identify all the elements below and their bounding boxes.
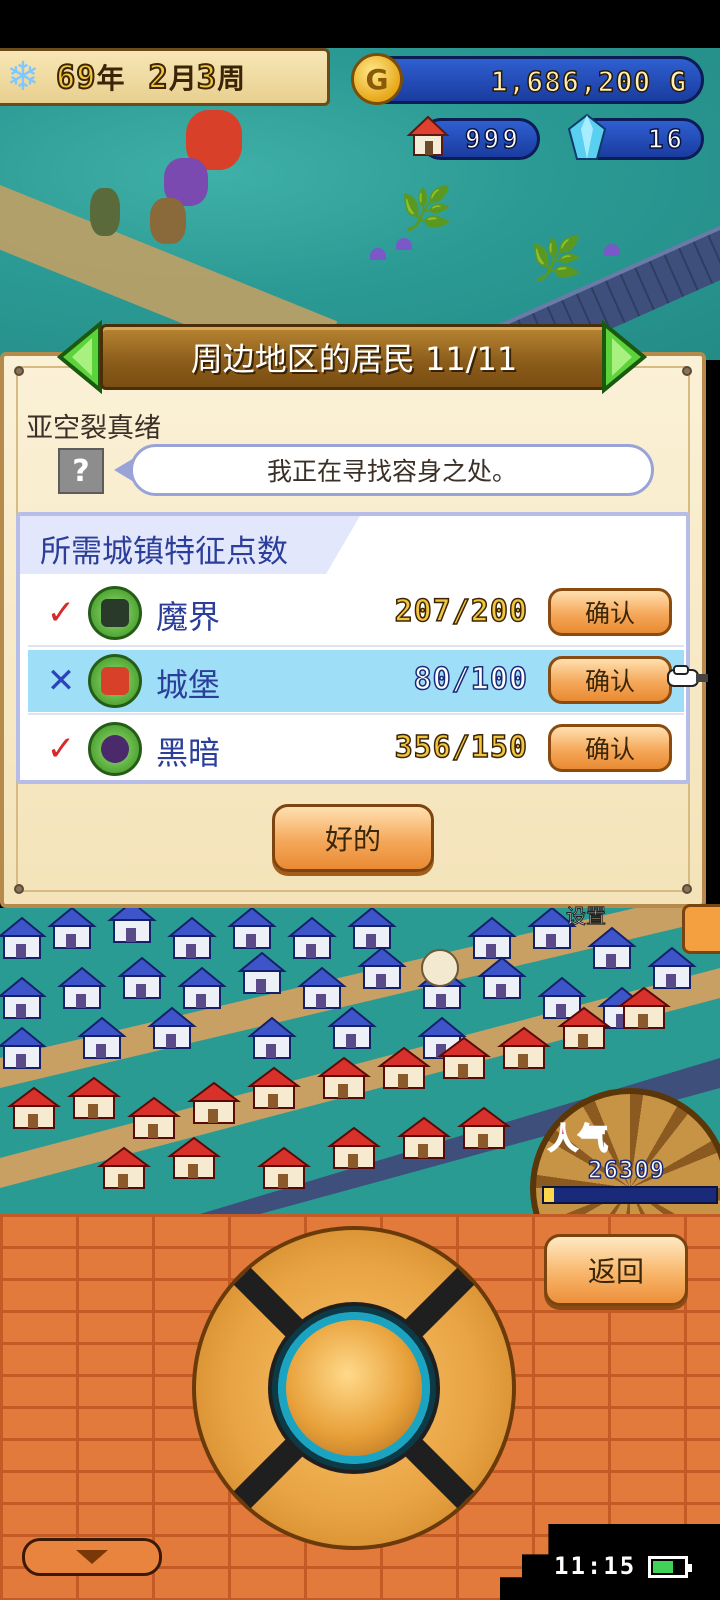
requirement-row-castle[interactable]: ✕ 城堡 80/100 确认 [28, 650, 708, 715]
gold-coin-icon: G [351, 53, 403, 105]
requirement-label: 城堡 [156, 666, 221, 704]
month-value: 2 [148, 57, 169, 97]
coin-symbol: G [365, 62, 389, 96]
clock: 11:15 [554, 1552, 637, 1580]
mushroom-icon [604, 244, 620, 256]
directional-pad[interactable] [192, 1226, 516, 1550]
corner-rivet [14, 884, 24, 894]
week-unit: 周 [217, 62, 246, 95]
ok-button[interactable]: 好的 [272, 804, 434, 872]
corner-rivet [682, 366, 692, 376]
row-divider [28, 713, 684, 715]
row-divider [28, 645, 684, 647]
check-icon: ✓ [46, 593, 76, 633]
demon-world-icon [88, 586, 142, 640]
adventurer-sprite[interactable] [150, 198, 186, 244]
requirement-value: 356/150 [394, 729, 528, 766]
confirm-button[interactable]: 确认 [548, 588, 672, 636]
date-display: ❄ 69 年 2 月 3 周 [0, 48, 330, 106]
battery-tip [688, 1564, 692, 1572]
requirement-row-demon-world[interactable]: ✓ 魔界 207/200 确认 [28, 582, 684, 647]
battery-level [653, 1561, 674, 1573]
popularity-label: 人气 [547, 1121, 609, 1158]
popularity-display: 人气 26309 [520, 1088, 720, 1288]
house-count-display: 999 [406, 115, 540, 160]
corner-rivet [682, 884, 692, 894]
week-value: 3 [196, 57, 218, 97]
gold-unit: G [668, 64, 687, 99]
back-button[interactable]: 返回 [544, 1234, 688, 1306]
dialog-title-banner: 周边地区的居民 11/11 [100, 324, 608, 390]
settings-label: 设置 [566, 904, 607, 929]
snowflake-icon: ❄ [6, 54, 40, 100]
speech-bubble: 我正在寻找容身之处。 [130, 444, 654, 496]
darkness-icon [88, 722, 142, 776]
popularity-bar-fill [544, 1188, 555, 1202]
requirement-label: 黑暗 [156, 734, 221, 772]
castle-icon [88, 654, 142, 708]
house-icon [406, 115, 450, 156]
requirements-title: 所需城镇特征点数 [40, 534, 288, 570]
check-icon: ✓ [46, 729, 76, 769]
unknown-portrait-icon: ? [58, 448, 104, 494]
resident-name: 亚空裂真绪 [26, 413, 161, 444]
mushroom-icon [396, 238, 412, 250]
battery-icon [648, 1556, 692, 1578]
crystal-count: 16 [647, 124, 685, 156]
pointing-hand-icon [667, 665, 708, 687]
year-unit: 年 [96, 62, 125, 95]
requirements-panel: 所需城镇特征点数 ✓ 魔界 207/200 确认 ✕ 城堡 80/100 确认 … [16, 512, 708, 784]
requirement-value: 207/200 [394, 593, 528, 630]
next-arrow-icon[interactable] [600, 320, 648, 394]
mushroom-icon [370, 248, 386, 260]
popularity-bar [542, 1186, 718, 1204]
crystal-icon [567, 113, 607, 160]
requirement-label: 魔界 [156, 598, 221, 636]
portrait-placeholder: ? [72, 453, 90, 489]
gold-value: 1,686,200 [490, 64, 652, 99]
dpad-center-button[interactable] [278, 1312, 430, 1464]
previous-arrow-icon[interactable] [56, 320, 104, 394]
cross-icon: ✕ [46, 661, 76, 701]
confirm-button[interactable]: 确认 [548, 724, 672, 772]
gold-display: G 1,686,200 G [351, 53, 704, 105]
crystal-count-display: 16 [567, 113, 704, 160]
corner-rivet [14, 366, 24, 376]
dead-tree-icon: 🌿 [400, 184, 453, 233]
confirm-button[interactable]: 确认 [548, 656, 672, 704]
gold-amount: 1,686,200 G [490, 64, 687, 99]
dialog-title: 周边地区的居民 11/11 [190, 340, 518, 378]
speech-text: 我正在寻找容身之处。 [266, 457, 517, 486]
month-unit: 月 [168, 62, 197, 95]
popularity-value: 26309 [587, 1155, 666, 1185]
house-count: 999 [464, 124, 521, 156]
dead-tree-icon: 🌿 [530, 234, 583, 283]
year-value: 69 [55, 57, 97, 97]
requirement-row-darkness[interactable]: ✓ 黑暗 356/150 确认 [28, 718, 684, 780]
menu-toggle-button[interactable] [22, 1538, 162, 1576]
adventurer-sprite[interactable] [90, 188, 120, 236]
requirement-value: 80/100 [413, 661, 528, 698]
chevron-down-icon [76, 1550, 108, 1564]
settings-tab[interactable] [682, 904, 720, 954]
